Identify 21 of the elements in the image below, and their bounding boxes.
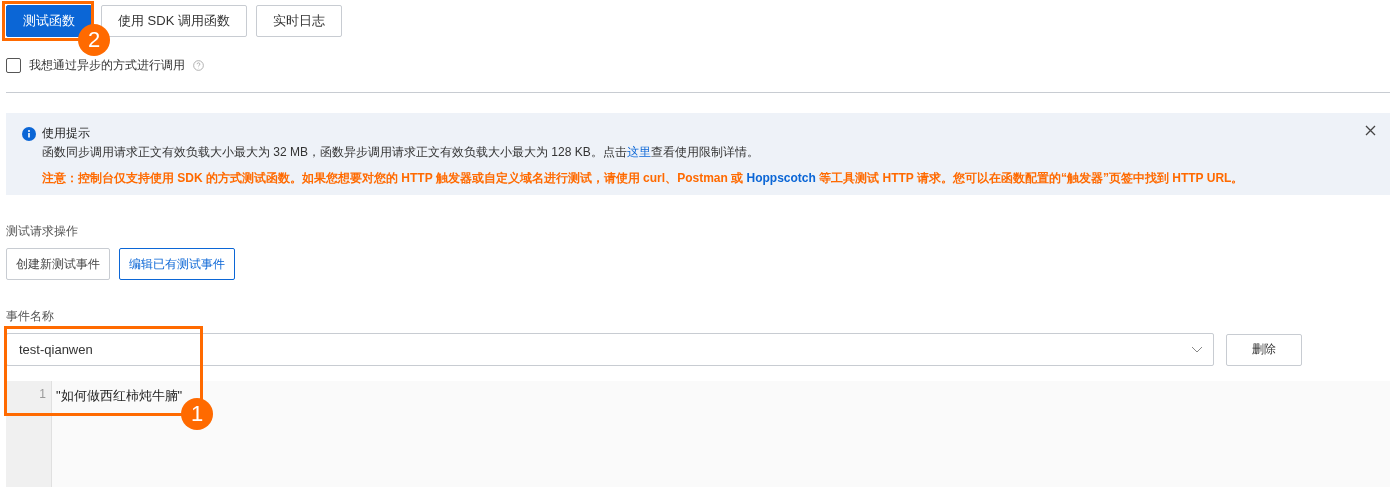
info-icon	[22, 126, 36, 141]
delete-button[interactable]: 删除	[1226, 333, 1302, 366]
event-select[interactable]: test-qianwen	[6, 333, 1214, 366]
event-option[interactable]: 创建新测试事件	[6, 248, 110, 280]
close-icon[interactable]	[1365, 125, 1376, 136]
checkbox[interactable]	[6, 58, 21, 73]
line-number: 1	[38, 387, 47, 401]
field-label: 事件名称	[6, 308, 55, 325]
section-label: 测试请求操作	[6, 223, 79, 240]
code-line: "如何做西红柿炖牛腩"	[55, 387, 183, 405]
chevron-down-icon	[1191, 346, 1203, 353]
step-badge: 2	[78, 24, 110, 56]
event-option[interactable]: 编辑已有测试事件	[119, 248, 235, 280]
notice-title: 使用提示	[42, 125, 90, 142]
warning-text: 注意：控制台仅支持使用 SDK 的方式测试函数。如果您想要对您的 HTTP 触发器或自定义域名进行测试，请使用 curl、Postman 或 Hoppscotch 等工具测试 HTTP 请求。您可以在函数配置的“触发器”页签中找到 HTTP URL。	[42, 170, 1245, 187]
checkbox-label: 我想通过异步的方式进行调用	[29, 57, 185, 74]
limits-link[interactable]: 这里	[626, 145, 651, 159]
hoppscotch-link[interactable]: Hoppscotch	[746, 171, 816, 185]
notice-text: 函数同步调用请求正文有效负载大小最大为 32 MB，函数异步调用请求正文有效负载大小最大为 128 KB。点击这里查看使用限制详情。	[42, 144, 760, 161]
tab[interactable]: 实时日志	[255, 5, 342, 37]
tab[interactable]: 使用 SDK 调用函数	[101, 5, 247, 37]
